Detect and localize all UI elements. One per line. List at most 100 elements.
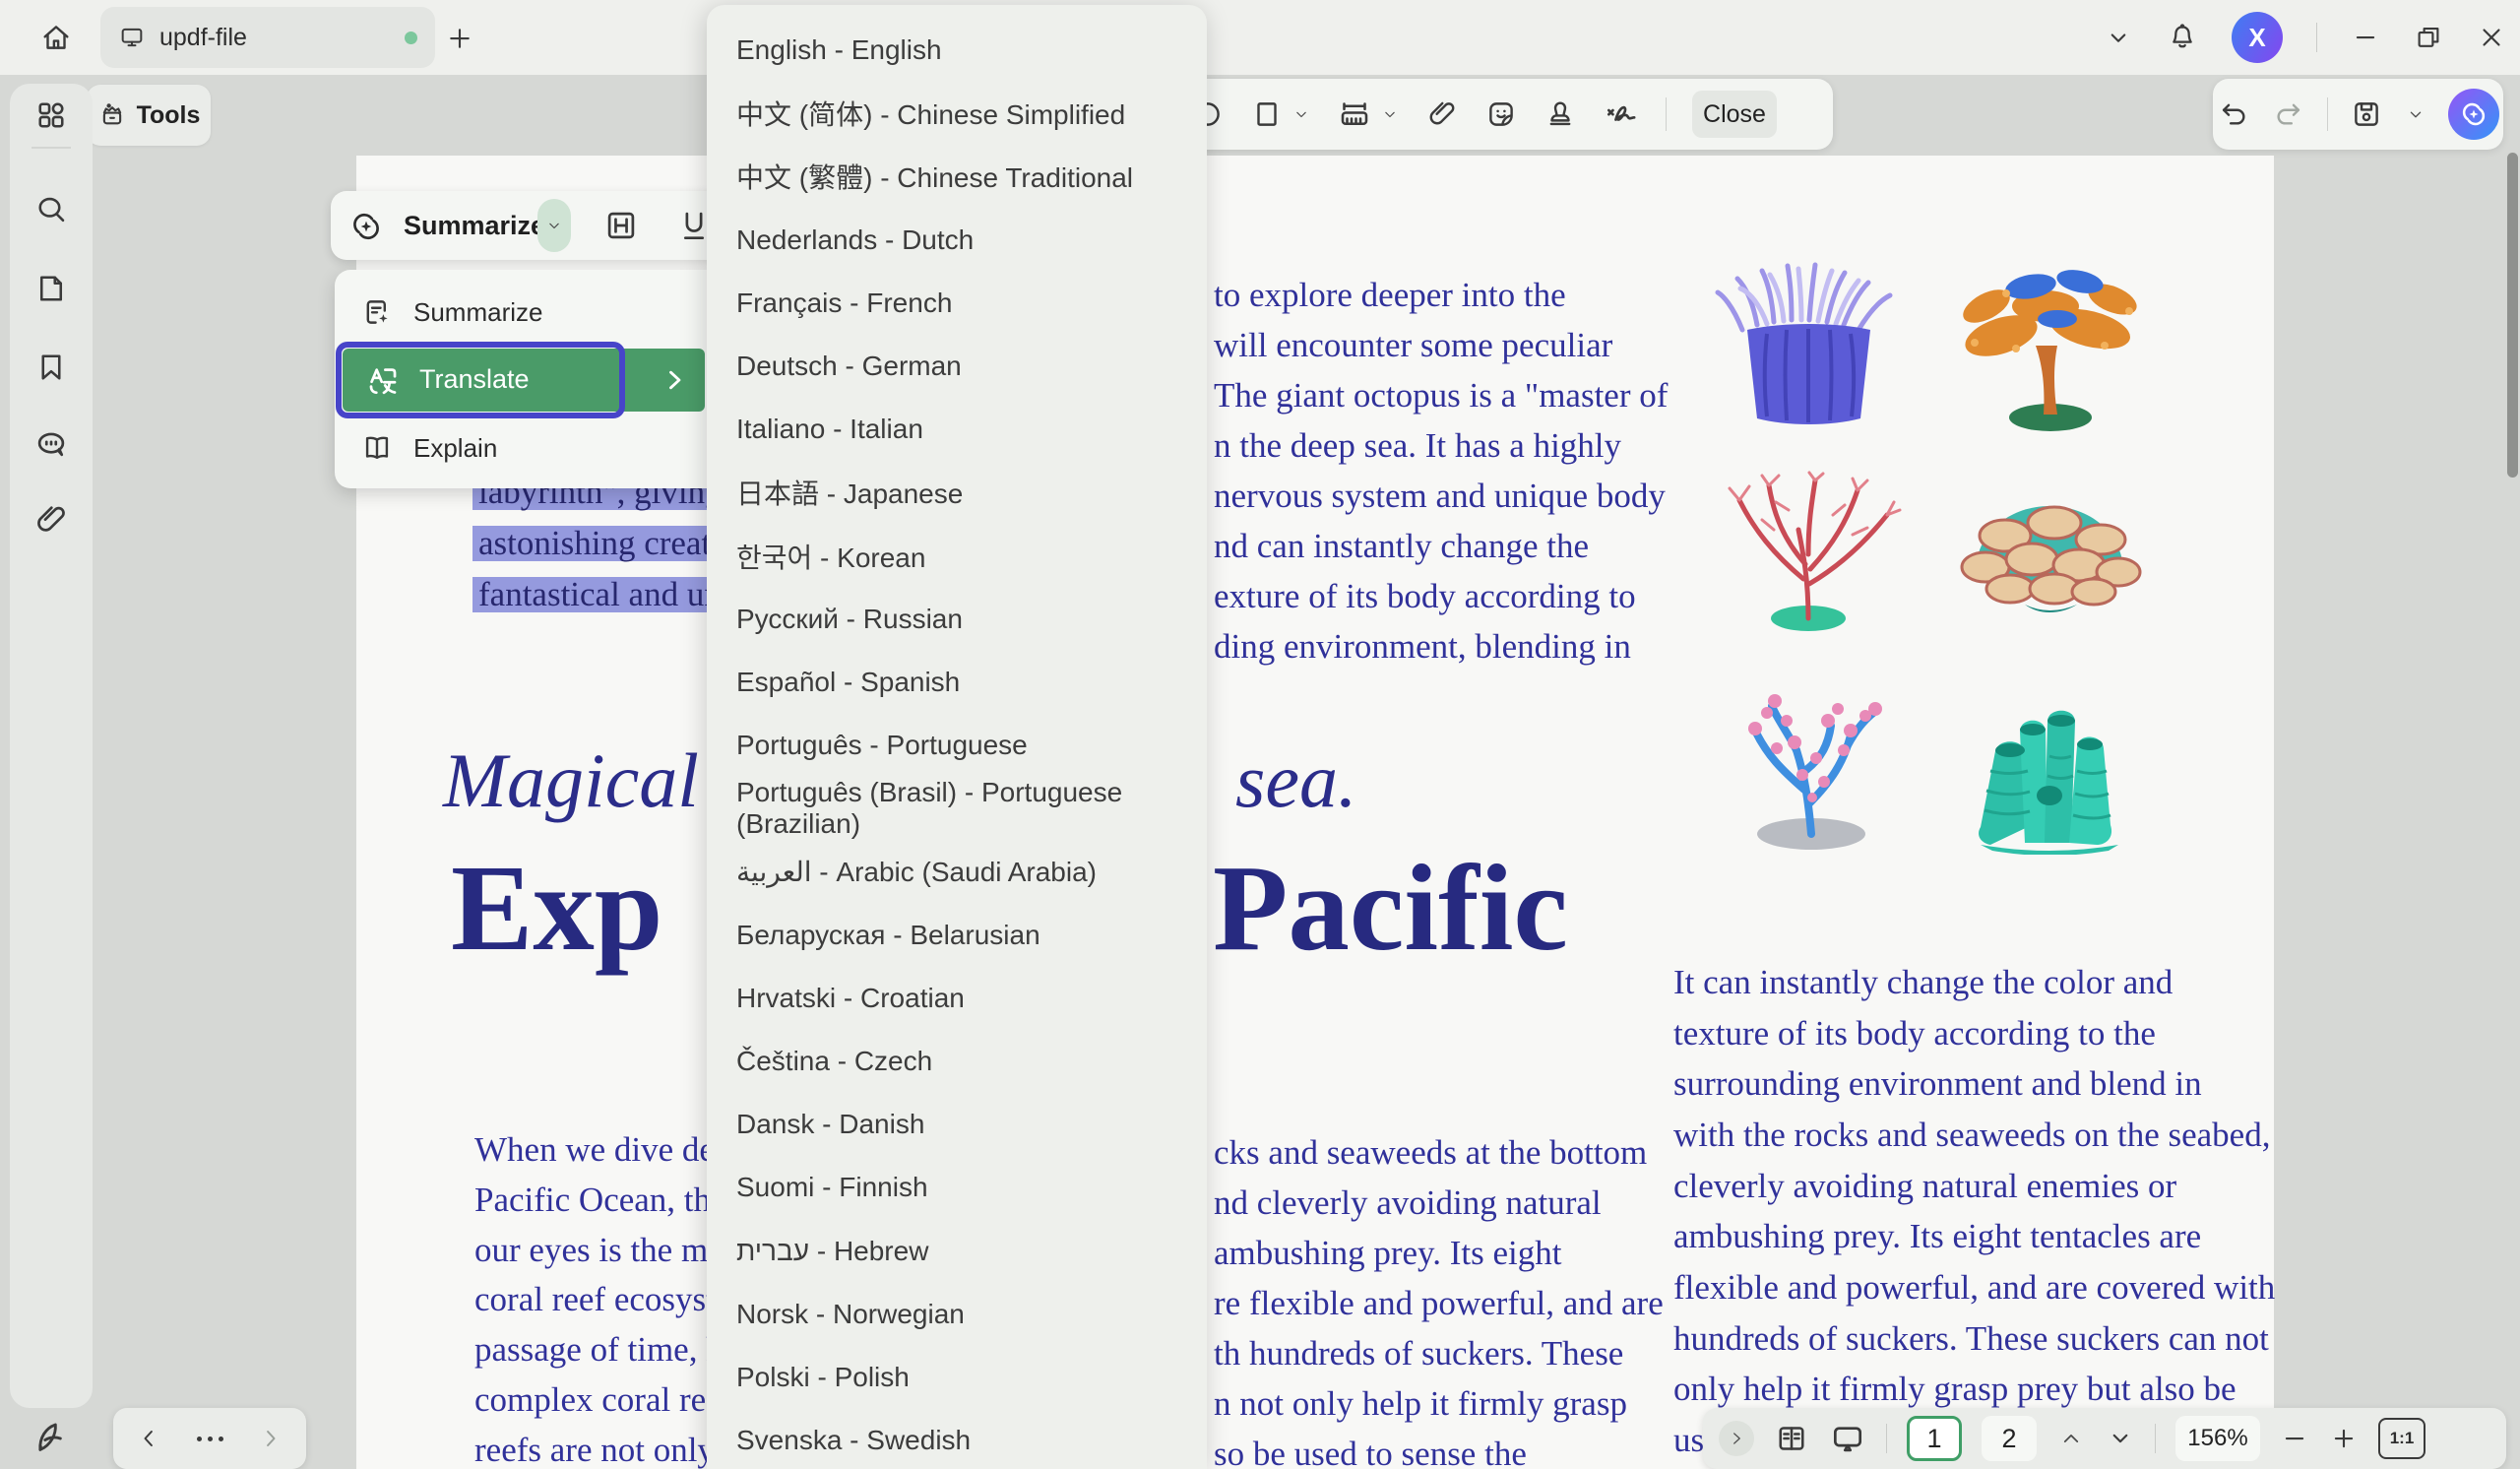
language-option-russian[interactable]: Русский - Russian [707,588,1207,651]
prev-page-button[interactable] [135,1425,162,1452]
language-option-german[interactable]: Deutsch - German [707,335,1207,398]
zoom-in-button[interactable] [2329,1424,2359,1453]
collapse-toolbar-button[interactable] [2104,23,2133,52]
next-page-button[interactable] [257,1425,284,1452]
new-tab-button[interactable] [443,22,476,55]
language-option-norwegian[interactable]: Norsk - Norwegian [707,1283,1207,1346]
language-option-swedish[interactable]: Svenska - Swedish [707,1409,1207,1469]
expand-bar-button[interactable] [1719,1421,1754,1456]
language-option-italian[interactable]: Italiano - Italian [707,398,1207,461]
page-2-label: 2 [2001,1424,2016,1454]
language-option-korean[interactable]: 한국어 - Korean [707,525,1207,588]
language-option-dutch[interactable]: Nederlands - Dutch [707,209,1207,272]
page-1-label: 1 [1926,1424,1941,1454]
footer-divider [1886,1424,1887,1453]
vertical-scrollbar-thumb[interactable] [2507,153,2518,478]
search-panel-icon[interactable] [33,192,69,227]
language-option-spanish[interactable]: Español - Spanish [707,651,1207,714]
language-option-belarusian[interactable]: Беларуская - Belarusian [707,904,1207,967]
coral-fan-image [1715,471,1907,633]
pages-panel-icon[interactable] [33,271,69,306]
highlight-style-icon[interactable] [602,207,640,244]
language-option-finnish[interactable]: Suomi - Finnish [707,1156,1207,1219]
window-controls: X [2104,0,2506,75]
translate-language-submenu: English - English 中文 (简体) - Chinese Simp… [707,5,1207,1469]
minimize-button[interactable] [2351,23,2380,52]
doc-text-line: nervous system and unique body [1214,477,1666,516]
sticker-tool-icon[interactable] [1484,97,1518,131]
toolbar-divider [1666,97,1667,131]
restore-button[interactable] [2414,23,2443,52]
document-tab[interactable]: updf-file [100,7,435,68]
doc-text-line: with the rocks and seaweeds on the seabe… [1673,1116,2270,1155]
ai-context-menu: Summarize Translate Explain [335,270,748,488]
thumbnails-panel-icon[interactable] [33,97,69,133]
language-option-portuguese[interactable]: Português - Portuguese [707,714,1207,777]
menu-item-summarize[interactable]: Summarize [335,284,748,341]
scroll-up-icon[interactable] [2056,1424,2086,1453]
doc-text-line: nd cleverly avoiding natural [1214,1183,1602,1223]
zoom-out-button[interactable] [2280,1424,2309,1453]
doc-title-fragment: Pacific [1213,839,1568,980]
sidebar-divider [32,147,71,149]
language-option-danish[interactable]: Dansk - Danish [707,1093,1207,1156]
doc-text-line: texture of its body according to the [1673,1014,2156,1054]
user-avatar[interactable]: X [2232,12,2283,63]
rectangle-shape-icon[interactable] [1250,97,1311,131]
language-option-chinese-traditional[interactable]: 中文 (繁體) - Chinese Traditional [707,145,1207,208]
sign-pen-tool-icon[interactable] [30,1418,69,1457]
attachments-panel-icon[interactable] [32,501,70,539]
comments-panel-icon[interactable] [32,426,70,464]
translate-focus-ring [336,342,625,418]
language-option-english[interactable]: English - English [707,19,1207,82]
coral-tree-image [1947,252,2144,434]
language-option-arabic[interactable]: العربية - Arabic (Saudi Arabia) [707,840,1207,903]
save-options-chevron-icon[interactable] [2405,103,2426,125]
close-window-button[interactable] [2477,23,2506,52]
language-option-hebrew[interactable]: עברית - Hebrew [707,1220,1207,1283]
close-document-button[interactable]: Close [1692,91,1777,138]
zoom-level-button[interactable]: 156% [2175,1416,2260,1461]
left-sidebar [10,84,93,1408]
language-option-croatian[interactable]: Hrvatski - Croatian [707,967,1207,1030]
menu-item-explain[interactable]: Explain [335,419,748,477]
scroll-down-icon[interactable] [2106,1424,2135,1453]
summarize-quick-button[interactable]: Summarize [404,211,545,241]
doc-subtitle-fragment: sea. [1235,736,1356,825]
ai-assistant-button[interactable] [2448,89,2499,140]
attachment-tool-icon[interactable] [1425,97,1459,131]
coral-anemone-image [1713,251,1905,433]
doc-text-line: cks and seaweeds at the bottom [1214,1133,1647,1173]
explain-menu-label: Explain [413,433,497,464]
stamp-tool-icon[interactable] [1544,97,1577,131]
doc-text-line: It can instantly change the color and [1673,963,2173,1002]
language-option-portuguese-brazilian[interactable]: Português (Brasil) - Portuguese (Brazili… [707,777,1207,840]
home-button[interactable] [28,10,85,65]
save-icon[interactable] [2350,97,2383,131]
language-option-polish[interactable]: Polski - Polish [707,1346,1207,1409]
undo-icon[interactable] [2217,97,2250,131]
signature-tool-icon[interactable] [1603,96,1640,133]
tools-button[interactable]: Tools [87,85,211,146]
tools-label: Tools [137,101,201,130]
language-option-french[interactable]: Français - French [707,272,1207,335]
presentation-mode-icon[interactable] [1829,1420,1866,1457]
language-option-czech[interactable]: Čeština - Czech [707,1030,1207,1093]
bookmarks-panel-icon[interactable] [33,350,69,385]
measure-tool-icon[interactable] [1337,96,1400,132]
summarize-menu-label: Summarize [413,297,542,328]
page-button-1[interactable]: 1 [1907,1416,1962,1461]
doc-text-line: only help it firmly grasp prey but also … [1673,1370,2236,1409]
submenu-chevron-right-icon [658,363,691,397]
actual-size-button[interactable]: 1:1 [2378,1418,2426,1459]
footer-divider [2155,1424,2156,1453]
page-layout-icon[interactable] [1774,1421,1809,1456]
coral-disc-image [1951,479,2148,631]
summarize-options-button[interactable] [537,199,571,252]
notifications-button[interactable] [2167,22,2198,53]
redo-icon[interactable] [2272,97,2305,131]
language-option-chinese-simplified[interactable]: 中文 (简体) - Chinese Simplified [707,82,1207,145]
page-button-2[interactable]: 2 [1982,1416,2037,1461]
language-option-japanese[interactable]: 日本語 - Japanese [707,461,1207,524]
more-pages-button[interactable] [197,1437,223,1441]
